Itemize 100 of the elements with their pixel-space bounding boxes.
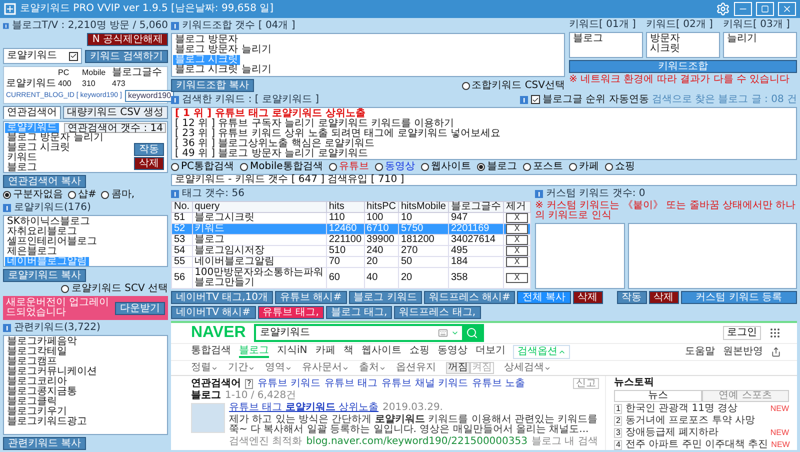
list-item[interactable]: 블로그키우기 (5, 407, 69, 417)
radio-button[interactable]: 블로그 (476, 162, 517, 172)
list-item[interactable]: 블로그 (571, 34, 605, 44)
radio-button[interactable]: 콤마, (101, 190, 135, 200)
list-item[interactable]: 블로그키워드광고 (5, 417, 89, 427)
apps-grid-icon[interactable] (769, 327, 781, 339)
copy-button[interactable]: 키워드조합 복사 (171, 79, 254, 92)
radio-button[interactable]: Mobile통합검색 (240, 162, 323, 172)
keyboard-icon[interactable] (438, 328, 448, 338)
list-item[interactable]: 블로그카페음악 (5, 337, 79, 347)
button[interactable]: 유튜브 태그, (258, 306, 324, 319)
related-link[interactable]: 유튜브 채널 키워드 (382, 378, 468, 388)
filter-dropdown[interactable]: 유사문서 (302, 363, 349, 373)
radio-button[interactable]: 쇼핑 (604, 162, 635, 172)
button[interactable]: 삭제 (572, 291, 603, 304)
tab[interactable]: 연관검색어 (3, 106, 61, 119)
caret-icon[interactable] (450, 329, 459, 337)
button[interactable]: 워드프레스 해시# (424, 291, 516, 304)
list-item[interactable]: SK하이닉스블로그 (5, 217, 92, 227)
checkbox[interactable] (68, 52, 78, 60)
nav-tab[interactable]: 더보기 (475, 346, 506, 358)
remove-button[interactable]: X (506, 246, 528, 256)
filter-dropdown[interactable]: 상세검색 (504, 363, 551, 373)
settings-icon[interactable] (716, 2, 730, 16)
list-item[interactable]: 셀프인테리어블로그 (5, 237, 99, 247)
remove-button[interactable]: X (506, 213, 528, 223)
checkbox[interactable]: 블로그글 순위 자동연동 (531, 94, 649, 104)
maximize-button[interactable] (756, 2, 774, 16)
minimize-button[interactable] (734, 2, 752, 16)
radio-button[interactable]: 조합키워드 CSV선택 (462, 80, 565, 90)
link[interactable]: 도움말 (685, 347, 715, 357)
nav-tab[interactable]: 책 (343, 346, 354, 358)
delete-button[interactable]: 삭제 (134, 157, 164, 170)
button[interactable]: 블로그 태그, (326, 306, 392, 319)
list-item[interactable]: 키워드 (5, 153, 39, 163)
button[interactable]: 네이버TV 해시# (171, 306, 256, 319)
list-item[interactable]: 블로그 방문자 늘리기 (5, 133, 106, 143)
nav-tab[interactable]: 카페 (315, 346, 336, 358)
button[interactable]: 워드프레스 태그, (394, 306, 481, 319)
copy-button[interactable]: 연관검색어 복사 (3, 175, 86, 188)
copy-button[interactable]: 로얄키워드 복사 (3, 269, 86, 282)
table-row[interactable]: 53 블로그 221100 39900 181200 34027614 X (172, 234, 530, 246)
news-link[interactable]: 한국인 관광객 11명 경상 (625, 404, 738, 414)
remove-button[interactable]: X (506, 224, 528, 234)
result-title[interactable]: 유튜브 태그 로얄키워드 상위노출 (229, 403, 379, 413)
radio-button[interactable]: 구분자없음 (3, 190, 63, 200)
search-button[interactable]: 키워드 검색하기 (84, 50, 168, 62)
login-button[interactable]: 로그인 (723, 326, 761, 340)
result-url[interactable]: blog.naver.com/keyword190/221500000353 (306, 437, 528, 447)
list-item[interactable]: 자취요리블로그 (5, 227, 79, 237)
run-button[interactable]: 작동 (134, 143, 164, 156)
button[interactable]: 유튜브 해시# (275, 291, 347, 304)
thumbnail-placeholder[interactable] (191, 403, 225, 433)
table-row[interactable]: 55 네이버블로그알림 70 20 50 184 X (172, 256, 530, 268)
list-item[interactable]: 블로그 (5, 163, 39, 172)
filter-dropdown[interactable]: 영역 (265, 363, 292, 373)
nav-tab[interactable]: 웹사이트 (361, 346, 402, 358)
radio-button[interactable]: PC통합검색 (171, 162, 234, 172)
filter-dropdown[interactable]: 기간 (228, 363, 255, 373)
news-link[interactable]: 장애등급제 폐지하라 (625, 428, 719, 438)
table-row[interactable]: 54 블로그임시저장 510 240 270 495 X (172, 246, 530, 256)
table-row[interactable]: 51 블로그시크릿 110 100 10 947 X (172, 212, 530, 224)
button[interactable]: 삭제 (648, 291, 679, 304)
list-item[interactable]: 블로그캠프 (5, 357, 59, 367)
remove-button[interactable]: X (506, 273, 528, 283)
radio-button[interactable]: 포스트 (522, 162, 563, 172)
button[interactable]: 블로그 키워드 (348, 291, 422, 304)
list-item[interactable]: 블로그 시크릿 (5, 143, 72, 153)
list-item[interactable]: 블로그 시크릿 늘리기 (173, 65, 274, 75)
table-row[interactable]: 52 키워드 12460 6710 5750 2201169 X (172, 224, 530, 234)
download-button[interactable]: 다운받기 (115, 302, 165, 314)
search-button[interactable] (462, 326, 482, 340)
link[interactable]: 원본반영 (723, 347, 763, 357)
list-item[interactable]: 블로그클릭 (5, 397, 59, 407)
list-item[interactable]: 블로그칵테일 (5, 347, 69, 357)
custom-text-area[interactable] (628, 223, 797, 289)
list-item[interactable]: 늘리기 (725, 34, 759, 44)
news-link[interactable]: 동거녀에 프로포즈 투약 사망 (625, 416, 755, 426)
nav-tab[interactable]: 통합검색 (191, 346, 231, 358)
radio-button[interactable]: 동영상 (374, 162, 415, 172)
radio-button[interactable]: 샵# (68, 190, 96, 200)
news-tab[interactable]: 뉴스 (614, 390, 702, 402)
report-button[interactable]: 신고 (573, 378, 599, 389)
share-icon[interactable] (771, 347, 781, 357)
list-item[interactable]: 블로그코리아 (5, 377, 69, 387)
filter-dropdown[interactable]: 출처 (359, 363, 386, 373)
related-link[interactable]: 유튜브 노출 (472, 378, 526, 388)
radio-button[interactable]: 웹사이트 (420, 162, 471, 172)
list-item[interactable]: 블로그커뮤니케이션 (5, 367, 99, 377)
list-item[interactable]: 블로그 방문자 (173, 35, 240, 45)
related-link[interactable]: 유튜브 키워드 (257, 378, 320, 388)
keyword-input[interactable]: 로얄키워드 (3, 48, 82, 64)
remove-button[interactable]: X (506, 235, 528, 245)
list-item[interactable]: 블로그콩지금통 (5, 387, 79, 397)
remove-button[interactable]: X (506, 257, 528, 267)
radio-button[interactable]: 카페 (568, 162, 599, 172)
copy-button[interactable]: 관련키워드 복사 (3, 437, 86, 450)
list-item[interactable]: 블로그 방문자 늘리기 (173, 45, 274, 55)
close-button[interactable] (778, 2, 796, 16)
news-link[interactable]: 전주 아파트 주민 이주대책 추진 (625, 440, 768, 450)
